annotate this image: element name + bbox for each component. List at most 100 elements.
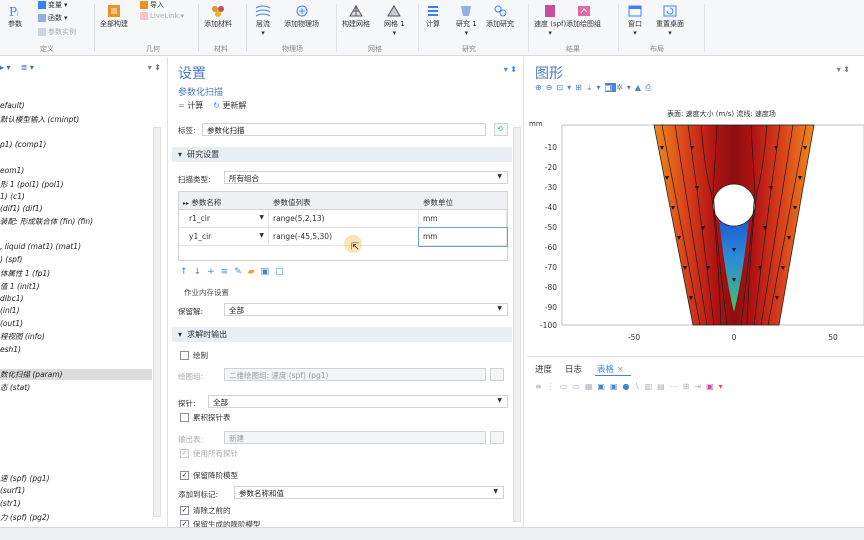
clear-previous-checkbox[interactable]: ✓ 清除之前的 <box>180 505 231 516</box>
close-icon[interactable]: × <box>617 365 624 375</box>
laminar-flow-button[interactable]: 层流 ▾ <box>254 4 272 38</box>
print-icon[interactable]: ⎙ <box>645 83 655 92</box>
open-folder-icon[interactable]: ▰ <box>248 267 261 277</box>
zoom-box-icon[interactable]: ⊡▾ <box>556 83 575 92</box>
tree-list-icon[interactable]: ≣ ▾ <box>21 63 34 72</box>
table-tool-icon[interactable]: ▦ <box>585 382 598 391</box>
add-material-button[interactable]: 添加材料 <box>204 4 232 29</box>
zoom-out-icon[interactable]: ⊖ <box>546 83 557 92</box>
table-tool-icon[interactable]: ⋮ <box>547 382 560 391</box>
tree-item[interactable]: 力 (spf) (pg2) <box>0 512 50 523</box>
windows-button[interactable]: 窗口 ▾ <box>626 4 644 38</box>
settings-icon[interactable]: ✲▾ <box>616 83 635 92</box>
mesh-1-button[interactable]: 网格 1 ▾ <box>384 4 405 38</box>
plot-canvas[interactable]: -10 -20 -30 -40 -50 -60 -70 -80 -90 -100… <box>527 112 864 352</box>
tree-item[interactable]: (str1) <box>0 499 21 508</box>
table-cell[interactable]: mm <box>418 227 508 247</box>
use-all-probes-checkbox[interactable]: ✓ 使用所有探针 <box>180 448 238 459</box>
variables-menu[interactable]: 变量 ▾ <box>38 0 68 10</box>
table-tool-icon[interactable]: ▭ <box>572 382 585 391</box>
add-plot-group-button[interactable]: 添加绘图组 <box>566 4 601 29</box>
keep-solution-select[interactable]: 全部 ▼ <box>224 303 508 316</box>
add-icon[interactable]: + <box>207 267 221 277</box>
tree-nav-icon[interactable]: ▸ ▾ <box>0 63 11 72</box>
plot-group-select[interactable]: 二维绘图组: 速度 (spf) (pg1) <box>224 368 486 381</box>
section-output-while-solving[interactable]: ▾ 求解时输出 <box>172 327 512 342</box>
zoom-extents-icon[interactable]: ⊞ <box>575 83 586 92</box>
tab-progress[interactable]: 进度 <box>535 363 552 375</box>
table-tool-icon[interactable]: ▣▾ <box>706 382 728 391</box>
tree-item[interactable]: 值 1 (init1) <box>0 281 40 292</box>
build-mesh-button[interactable]: 构建网格 <box>342 4 370 29</box>
functions-menu[interactable]: 函数 ▾ <box>38 13 68 23</box>
pin-icon[interactable]: ▾ ⬍ <box>504 65 517 74</box>
clear-icon[interactable]: ▢ <box>275 267 290 277</box>
tree-item[interactable]: efault) <box>0 101 25 110</box>
parameters-button[interactable]: Pi 参数 <box>6 4 24 29</box>
tree-item[interactable]: , liquid (mat1) (mat1) <box>0 242 81 251</box>
table-row[interactable]: r1_cir ▼ <box>179 210 269 228</box>
tree-item[interactable]: ) (spf) <box>0 255 22 264</box>
output-table-goto-button[interactable] <box>490 431 504 444</box>
table-tool-icon[interactable]: ▥ <box>645 382 658 391</box>
reset-desktop-button[interactable]: 重置桌面 ▾ <box>656 4 684 38</box>
tree-item[interactable]: (out1) <box>0 319 23 328</box>
tree-item[interactable]: 速 (spf) (pg1) <box>0 473 50 484</box>
tree-item[interactable]: 1) (c1) <box>0 192 25 201</box>
table-row[interactable]: y1_cir ▼ <box>179 228 269 246</box>
accumulated-probe-table-checkbox[interactable]: 累积探针表 <box>180 412 231 423</box>
compute-button[interactable]: 计算 <box>424 4 442 29</box>
table-tool-icon[interactable]: ⋯ <box>670 382 683 391</box>
plot-checkbox[interactable]: 绘制 <box>180 350 208 361</box>
edit-icon[interactable]: ✎ <box>234 267 248 277</box>
tree-item[interactable]: 形 1 (pol1) (pol1) <box>0 179 64 190</box>
pin-icon[interactable]: ▾ ⬍ <box>148 63 161 72</box>
velocity-plot-button[interactable]: 速度 (spf) ▾ <box>534 4 566 38</box>
zoom-in-icon[interactable]: ⊕ <box>535 83 546 92</box>
section-study-settings[interactable]: ▾ 研究设置 <box>172 147 512 162</box>
tab-table[interactable]: 表格 × <box>597 363 624 375</box>
import-button[interactable]: 导入 <box>140 0 164 10</box>
table-cell[interactable]: mm <box>419 210 507 228</box>
tree-item[interactable]: (inl1) <box>0 306 20 315</box>
select-icon[interactable]: ⇣▾ <box>586 83 605 92</box>
add-to-tag-select[interactable]: 参数名称和值 ▼ <box>234 486 504 499</box>
tree-item[interactable]: (surf1) <box>0 486 25 495</box>
tab-log[interactable]: 日志 <box>565 363 582 375</box>
tree-item[interactable]: dlbc1) <box>0 294 23 303</box>
tree-item[interactable]: p1) (comp1) <box>0 140 46 149</box>
tree-item[interactable]: eom1) <box>0 166 24 175</box>
table-tool-icon[interactable]: ⊞ <box>683 382 695 391</box>
tree-item[interactable]: 装配: 形成联合体 (fin) (fin) <box>0 216 93 227</box>
sweep-type-select[interactable]: 所有组合 ▼ <box>224 171 508 184</box>
delete-icon[interactable]: ≡ <box>221 267 235 277</box>
study-1-button[interactable]: 研究 1 ▾ <box>456 4 477 38</box>
tree-item[interactable]: esh1) <box>0 345 21 354</box>
tree-item[interactable]: 默认模型输入 (cminpt) <box>0 114 79 125</box>
build-all-button[interactable]: 全部构建 <box>100 4 128 29</box>
livelink-menu[interactable]: LiveLink ▾ <box>140 12 184 20</box>
move-up-icon[interactable]: ↑ <box>180 267 194 277</box>
plot-group-goto-button[interactable] <box>490 368 504 381</box>
scene-light-icon[interactable]: ▣ <box>604 83 617 92</box>
table-tool-icon[interactable]: ∖ <box>635 382 645 391</box>
table-cell[interactable]: range(5,2,13) <box>269 210 419 228</box>
label-reset-button[interactable]: ⟲ <box>494 123 508 136</box>
add-physics-button[interactable]: 添加物理场 <box>284 4 319 29</box>
save-icon[interactable]: ▣ <box>261 267 276 277</box>
table-tool-icon[interactable]: ▭ <box>560 382 573 391</box>
pin-icon[interactable]: ▾ ⬍ <box>837 65 850 74</box>
tree-item[interactable]: 程视图 (info) <box>0 331 45 342</box>
label-field[interactable]: 参数化扫描 <box>202 123 486 136</box>
settings-scrollbar[interactable] <box>513 127 521 522</box>
update-solution-action[interactable]: ↻ 更新解 <box>213 100 246 111</box>
probe-select[interactable]: 全部 ▼ <box>208 395 508 408</box>
param-case-button[interactable]: 参数实例 <box>38 27 76 37</box>
table-tool-icon[interactable]: ▣ <box>597 382 610 391</box>
tree-scrollbar[interactable] <box>153 127 161 517</box>
table-tool-icon[interactable]: ⇥ <box>694 382 706 391</box>
table-tool-icon[interactable]: ▤ <box>657 382 670 391</box>
keep-reduced-model-checkbox[interactable]: ✓ 保留降阶模型 <box>180 470 238 481</box>
move-down-icon[interactable]: ↓ <box>194 267 208 277</box>
tree-item-parametric-sweep[interactable]: 数化扫描 (param) <box>0 369 152 380</box>
